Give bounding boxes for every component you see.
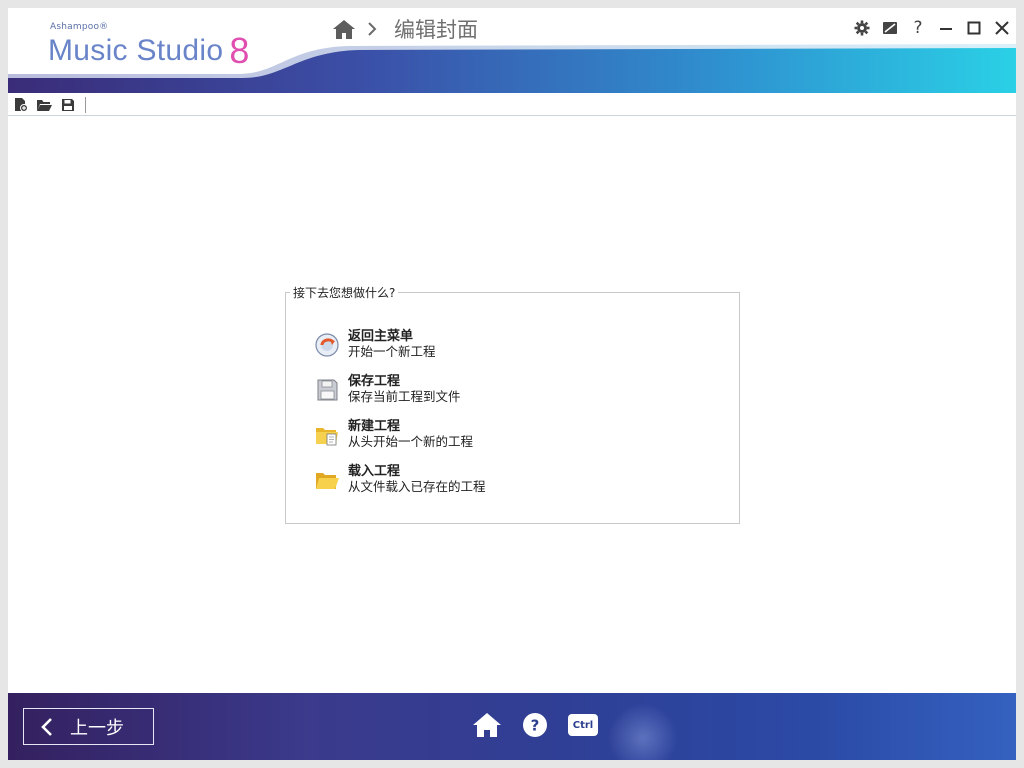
- folder-open-icon: [37, 99, 52, 111]
- footer-bar: 上一步 ? Ctrl: [8, 693, 1016, 760]
- skin-button[interactable]: [880, 18, 900, 38]
- minimize-icon: [940, 28, 952, 30]
- option-load-project[interactable]: 载入工程 从文件载入已存在的工程: [314, 464, 486, 494]
- close-icon: [995, 21, 1009, 35]
- window-controls: ?: [852, 18, 1012, 38]
- app-window: Ashampoo® Music Studio 8 编辑封面 ? 接下去您想做什么…: [0, 0, 1024, 768]
- open-folder-icon: [316, 473, 339, 489]
- option-save-project[interactable]: 保存工程 保存当前工程到文件: [314, 374, 461, 404]
- new-project-tool-button[interactable]: [11, 96, 29, 114]
- option-desc: 从文件载入已存在的工程: [348, 479, 486, 494]
- option-title: 载入工程: [348, 464, 401, 479]
- maximize-button[interactable]: [964, 18, 984, 38]
- option-title: 返回主菜单: [348, 329, 414, 344]
- next-action-groupbox: 接下去您想做什么? 返回主菜单 开始一个新工程 保存工程 保存当前工程到文件 新…: [285, 284, 740, 524]
- footer-shortcuts-button[interactable]: Ctrl: [568, 710, 598, 740]
- back-button-label: 上一步: [70, 717, 124, 739]
- main-content: 接下去您想做什么? 返回主菜单 开始一个新工程 保存工程 保存当前工程到文件 新…: [8, 117, 1016, 693]
- page-title: 编辑封面: [394, 18, 478, 42]
- toolbar-divider: [85, 96, 86, 113]
- maximize-icon: [967, 21, 981, 35]
- back-button[interactable]: 上一步: [23, 708, 154, 745]
- svg-text:?: ?: [531, 717, 540, 735]
- floppy-icon: [317, 379, 338, 401]
- home-icon: [473, 713, 501, 737]
- minimize-button[interactable]: [936, 18, 956, 38]
- home-icon[interactable]: [332, 18, 356, 40]
- help-button[interactable]: ?: [908, 18, 928, 38]
- option-title: 新建工程: [348, 419, 401, 434]
- save-project-tool-button[interactable]: [59, 96, 77, 114]
- gear-icon: [854, 20, 870, 36]
- brand-version: 8: [229, 30, 250, 71]
- footer-home-button[interactable]: [472, 710, 502, 740]
- toolbar: [8, 94, 1016, 116]
- groupbox-legend: 接下去您想做什么?: [290, 284, 399, 301]
- option-return-main-menu[interactable]: 返回主菜单 开始一个新工程: [314, 329, 436, 359]
- option-title: 保存工程: [348, 374, 401, 389]
- header: Ashampoo® Music Studio 8 编辑封面 ?: [8, 8, 1016, 93]
- open-project-tool-button[interactable]: [35, 96, 53, 114]
- new-file-icon: [14, 98, 28, 112]
- footer-icons: ? Ctrl: [472, 710, 598, 740]
- brand-name: Music Studio: [48, 34, 224, 67]
- option-desc: 保存当前工程到文件: [348, 389, 461, 404]
- option-desc: 从头开始一个新的工程: [348, 434, 474, 449]
- return-menu-icon: [315, 333, 339, 357]
- new-folder-icon: [316, 428, 338, 446]
- footer-glow: [608, 703, 678, 760]
- chevron-left-icon: [41, 717, 52, 736]
- close-button[interactable]: [992, 18, 1012, 38]
- breadcrumb: 编辑封面: [332, 14, 478, 44]
- app-logo: Music Studio 8: [48, 30, 250, 72]
- save-icon: [62, 98, 74, 111]
- option-desc: 开始一个新工程: [348, 344, 436, 359]
- skin-icon: [883, 22, 897, 34]
- help-icon: ?: [523, 713, 547, 737]
- settings-button[interactable]: [852, 18, 872, 38]
- ctrl-key-icon: Ctrl: [568, 714, 598, 736]
- footer-help-button[interactable]: ?: [520, 710, 550, 740]
- option-new-project[interactable]: 新建工程 从头开始一个新的工程: [314, 419, 473, 449]
- chevron-right-icon: [368, 22, 377, 36]
